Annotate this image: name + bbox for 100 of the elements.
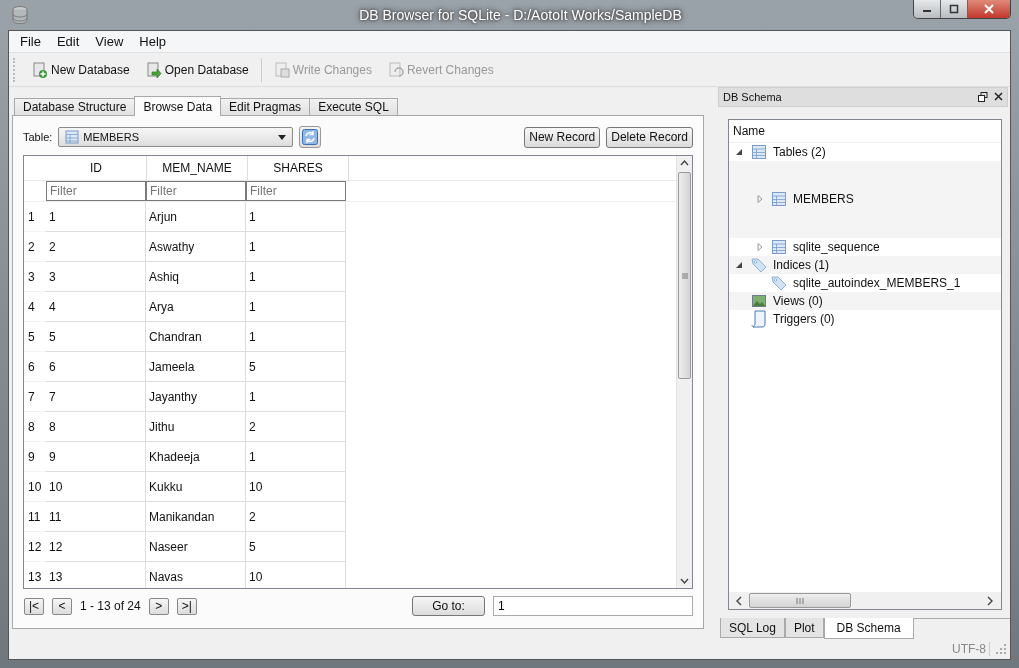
- window-title: DB Browser for SQLite - D:/AotoIt Works/SampleDB: [358, 7, 683, 23]
- vertical-scrollbar[interactable]: [676, 156, 692, 588]
- tag-icon: [771, 274, 787, 291]
- table-cell: Jithu: [146, 412, 246, 442]
- row-number: 4: [24, 292, 46, 322]
- row-number: 9: [24, 442, 46, 472]
- row-number: 7: [24, 382, 46, 412]
- table-cell: 2: [46, 232, 146, 262]
- table-cell: 13: [46, 562, 146, 588]
- go-to-field[interactable]: 1: [493, 596, 693, 616]
- panel-tab[interactable]: DB Schema: [823, 618, 914, 639]
- delete-record-button[interactable]: Delete Record: [606, 126, 693, 148]
- table-cell: 2: [246, 502, 346, 532]
- table-cell: 5: [246, 532, 346, 562]
- table-cell: 3: [46, 262, 146, 292]
- table-cell: 6: [46, 352, 146, 382]
- table-cell: 2: [246, 412, 346, 442]
- resize-grip-icon[interactable]: [996, 644, 1006, 654]
- table-cell: 10: [246, 472, 346, 502]
- table-cell: 7: [46, 382, 146, 412]
- table-cell: 11: [46, 502, 146, 532]
- previous-page-button[interactable]: <: [52, 597, 72, 615]
- save-icon: [273, 61, 290, 78]
- tab[interactable]: Database Structure: [14, 98, 136, 115]
- new-record-button[interactable]: New Record: [524, 126, 601, 148]
- filter-field[interactable]: Filter: [246, 181, 346, 201]
- caret-icon: [278, 134, 287, 140]
- table-cell: 10: [46, 472, 146, 502]
- row-number: 6: [24, 352, 46, 382]
- menu-item[interactable]: Help: [132, 34, 174, 49]
- table-cell: Manikandan: [146, 502, 246, 532]
- tree-item[interactable]: sqlite_sequence: [729, 237, 1001, 256]
- table-cell: 1: [246, 292, 346, 322]
- table-cell: Jayanthy: [146, 382, 246, 412]
- float-icon[interactable]: [978, 91, 988, 102]
- tree-item[interactable]: Views (0): [729, 291, 1001, 310]
- table-icon: [771, 191, 787, 208]
- panel-tab[interactable]: Plot: [784, 618, 824, 638]
- refresh-button[interactable]: [299, 126, 322, 148]
- menu-item[interactable]: View: [88, 34, 131, 49]
- open-database-icon: [145, 61, 162, 78]
- table-cell: 4: [46, 292, 146, 322]
- table-cell: Arya: [146, 292, 246, 322]
- tree-item[interactable]: Tables (2): [729, 142, 1001, 161]
- column-header[interactable]: MEM_NAME: [147, 156, 248, 180]
- toolbar-button[interactable]: New Database: [26, 59, 136, 80]
- table-cell: 1: [246, 382, 346, 412]
- column-header[interactable]: Name: [729, 119, 1001, 143]
- close-icon: [983, 4, 995, 14]
- image-icon: [751, 292, 767, 309]
- filter-field[interactable]: Filter: [46, 181, 146, 201]
- row-number: 5: [24, 322, 46, 352]
- filter-field[interactable]: Filter: [146, 181, 246, 201]
- menu-item[interactable]: Edit: [49, 34, 87, 49]
- table-cell: 9: [46, 442, 146, 472]
- table-dropdown[interactable]: MEMBERS: [58, 127, 294, 147]
- panel-tab[interactable]: SQL Log: [720, 618, 785, 638]
- tree-item[interactable]: Triggers (0): [729, 309, 1001, 328]
- next-page-button[interactable]: >: [148, 597, 169, 615]
- table-cell: 12: [46, 532, 146, 562]
- table-cell: Jameela: [146, 352, 246, 382]
- table-cell: Khadeeja: [146, 442, 246, 472]
- new-database-icon: [32, 61, 48, 78]
- scroll-icon: [751, 309, 767, 328]
- column-header[interactable]: SHARES: [248, 156, 349, 180]
- table-cell: 1: [246, 262, 346, 292]
- table-cell: 5: [246, 352, 346, 382]
- encoding-label: UTF-8: [952, 642, 990, 656]
- maximize-button[interactable]: [941, 0, 968, 18]
- table-cell: 5: [46, 322, 146, 352]
- tree-item[interactable]: Indices (1): [729, 255, 1001, 274]
- table-cell: Aswathy: [146, 232, 246, 262]
- table-cell: Chandran: [146, 322, 246, 352]
- tree-item[interactable]: MEMBERS: [729, 160, 1001, 238]
- close-icon[interactable]: [994, 92, 1003, 102]
- tab[interactable]: Execute SQL: [309, 98, 398, 115]
- first-page-button[interactable]: |<: [24, 597, 44, 615]
- table-cell: Ashiq: [146, 262, 246, 292]
- table-cell: 1: [246, 202, 346, 232]
- table-icon: [65, 130, 80, 144]
- table-cell: 1: [246, 232, 346, 262]
- last-page-button[interactable]: >|: [176, 597, 197, 615]
- revert-icon: [387, 61, 404, 78]
- menu-item[interactable]: File: [13, 34, 48, 49]
- tree-item[interactable]: sqlite_autoindex_MEMBERS_1: [729, 273, 1001, 292]
- table-cell: 8: [46, 412, 146, 442]
- tab[interactable]: Browse Data: [134, 96, 222, 116]
- database-icon: [12, 6, 28, 24]
- close-button[interactable]: [968, 0, 1010, 18]
- row-number: 1: [24, 202, 46, 232]
- toolbar-button[interactable]: Open Database: [139, 59, 255, 80]
- table-cell: Arjun: [146, 202, 246, 232]
- row-number: 12: [24, 532, 46, 562]
- tab[interactable]: Edit Pragmas: [220, 98, 311, 115]
- row-number: 3: [24, 262, 46, 292]
- grip-icon: [796, 597, 804, 604]
- column-header[interactable]: ID: [46, 156, 147, 180]
- go-to-button[interactable]: Go to:: [412, 596, 485, 616]
- minimize-button[interactable]: [914, 0, 941, 18]
- horizontal-scrollbar[interactable]: [729, 592, 1001, 609]
